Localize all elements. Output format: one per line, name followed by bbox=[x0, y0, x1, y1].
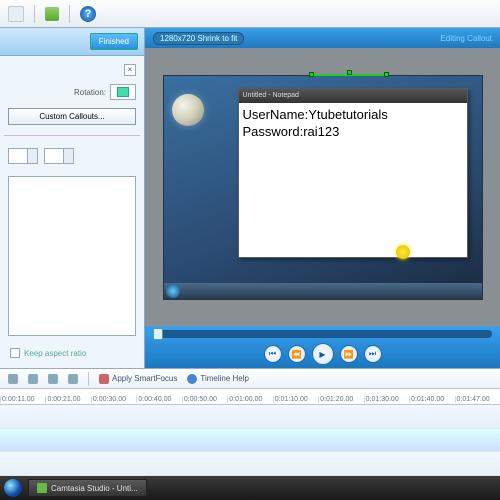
windows-taskbar: Camtasia Studio - Unti... bbox=[0, 476, 500, 500]
moon-image bbox=[172, 94, 204, 126]
close-icon[interactable]: × bbox=[124, 64, 136, 76]
timeline-help-button[interactable]: Timeline Help bbox=[187, 374, 249, 384]
zoom-in-button[interactable] bbox=[28, 374, 38, 384]
ruler-tick: 0:01:00.00 bbox=[227, 396, 272, 403]
finished-button[interactable]: Finished bbox=[90, 33, 138, 50]
record-icon[interactable] bbox=[45, 7, 59, 21]
apply-smartfocus-button[interactable]: Apply SmartFocus bbox=[99, 374, 177, 384]
ruler-tick: 0:00:30.00 bbox=[91, 396, 136, 403]
zoom-out-button[interactable] bbox=[8, 374, 18, 384]
toolbar-separator bbox=[34, 5, 35, 23]
ruler-tick: 0:01:30.00 bbox=[364, 396, 409, 403]
keep-aspect-checkbox[interactable] bbox=[10, 348, 20, 358]
timeline-track[interactable] bbox=[0, 452, 500, 476]
timeline-track[interactable] bbox=[0, 429, 500, 453]
timeline-tracks[interactable] bbox=[0, 405, 500, 476]
captured-taskbar bbox=[164, 283, 482, 299]
split-button[interactable] bbox=[68, 374, 78, 384]
width-spinner[interactable] bbox=[8, 148, 38, 164]
notepad-window: Untitled - Notepad UserName:Ytubetutoria… bbox=[238, 88, 468, 258]
cut-button[interactable] bbox=[48, 374, 58, 384]
preview-stage[interactable]: Untitled - Notepad UserName:Ytubetutoria… bbox=[145, 48, 500, 326]
callout-selection-handles[interactable] bbox=[309, 70, 389, 80]
help-icon[interactable]: ? bbox=[80, 6, 96, 22]
scrub-slider[interactable] bbox=[153, 330, 492, 338]
rewind-button[interactable]: ⏪ bbox=[288, 345, 306, 363]
keep-aspect-label: Keep aspect ratio bbox=[24, 349, 86, 358]
ruler-tick: 0:01:47.00 bbox=[455, 396, 500, 403]
ruler-tick: 0:01:10.00 bbox=[273, 396, 318, 403]
panel-header: Finished bbox=[0, 28, 144, 56]
height-spinner[interactable] bbox=[44, 148, 74, 164]
ruler-tick: 0:00:50.00 bbox=[182, 396, 227, 403]
playback-bar: ⏮ ⏪ ▶ ⏩ ⏭ bbox=[145, 326, 500, 368]
taskbar-app-button[interactable]: Camtasia Studio - Unti... bbox=[28, 479, 147, 497]
custom-callouts-button[interactable]: Custom Callouts... bbox=[8, 108, 136, 125]
taskbar-app-label: Camtasia Studio - Unti... bbox=[51, 484, 138, 493]
preview-status: Editing Callout bbox=[440, 34, 492, 43]
timeline-toolbar: Apply SmartFocus Timeline Help bbox=[0, 369, 500, 389]
toolbar-separator bbox=[69, 5, 70, 23]
properties-panel: Finished × Rotation: Custom Callouts... bbox=[0, 28, 145, 368]
rotation-label: Rotation: bbox=[74, 88, 106, 97]
captured-start-orb-icon bbox=[166, 284, 180, 298]
cursor-highlight-icon bbox=[396, 245, 410, 259]
timeline-track[interactable] bbox=[0, 405, 500, 429]
preview-header: 1280x720 Shrink to fit Editing Callout bbox=[145, 28, 500, 48]
ruler-tick: 0:01:20.00 bbox=[318, 396, 363, 403]
notepad-title: Untitled - Notepad bbox=[243, 92, 299, 99]
next-frame-button[interactable]: ⏭ bbox=[364, 345, 382, 363]
captured-desktop: Untitled - Notepad UserName:Ytubetutoria… bbox=[163, 75, 483, 300]
preview-pane: 1280x720 Shrink to fit Editing Callout U… bbox=[145, 28, 500, 368]
ruler-tick: 0:00:40.00 bbox=[136, 396, 181, 403]
play-button[interactable]: ▶ bbox=[312, 343, 334, 365]
notepad-line2: Password:rai123 bbox=[243, 124, 340, 139]
timeline-panel: Apply SmartFocus Timeline Help 0:00:11.0… bbox=[0, 368, 500, 476]
app-toolbar: ? bbox=[0, 0, 500, 28]
text-edit-area[interactable] bbox=[8, 176, 136, 336]
rotation-preview-icon[interactable] bbox=[110, 84, 136, 100]
ruler-tick: 0:01:40.00 bbox=[409, 396, 454, 403]
forward-button[interactable]: ⏩ bbox=[340, 345, 358, 363]
toolbar-icon-1[interactable] bbox=[8, 6, 24, 22]
start-orb-icon[interactable] bbox=[4, 479, 22, 497]
camtasia-icon bbox=[37, 483, 47, 493]
notepad-line1: UserName:Ytubetutorials bbox=[243, 107, 388, 122]
ruler-tick: 0:00:21.00 bbox=[45, 396, 90, 403]
prev-frame-button[interactable]: ⏮ bbox=[264, 345, 282, 363]
preview-dimensions-dropdown[interactable]: 1280x720 Shrink to fit bbox=[153, 32, 244, 45]
timeline-ruler[interactable]: 0:00:11.00 0:00:21.00 0:00:30.00 0:00:40… bbox=[0, 389, 500, 405]
ruler-tick: 0:00:11.00 bbox=[0, 396, 45, 403]
